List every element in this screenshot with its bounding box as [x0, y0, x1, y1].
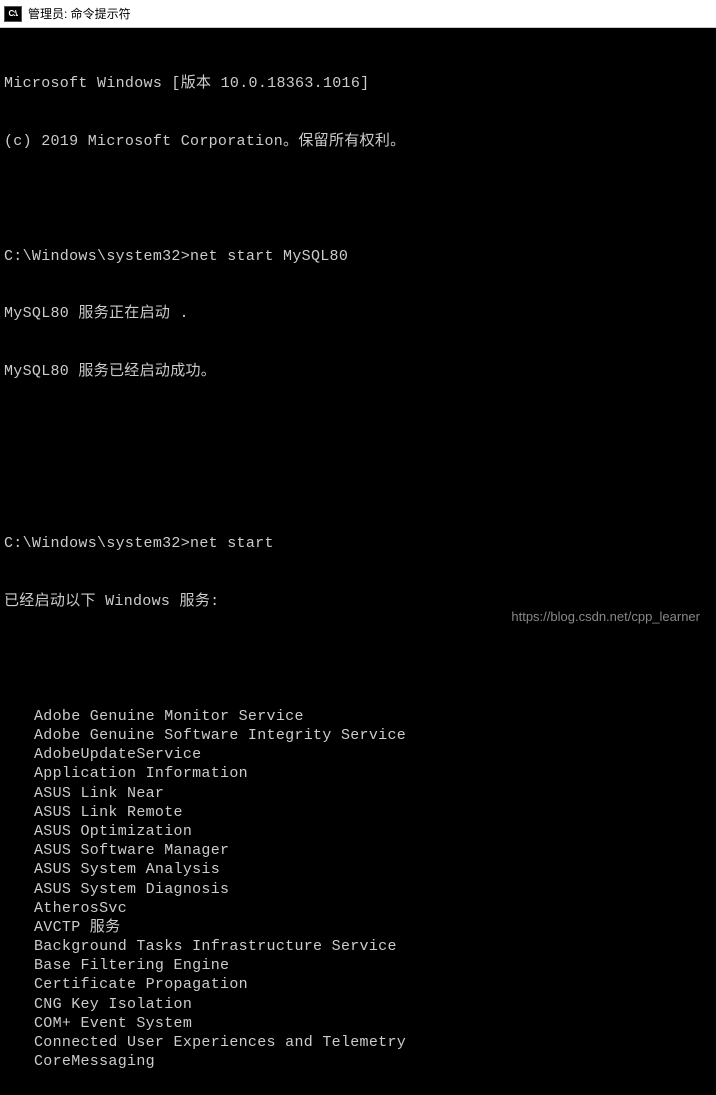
prompt-path: C:\Windows\system32> — [4, 248, 190, 265]
service-item: Background Tasks Infrastructure Service — [4, 937, 712, 956]
service-item: AtherosSvc — [4, 899, 712, 918]
prompt-command: net start MySQL80 — [190, 248, 348, 265]
window-title: 管理员: 命令提示符 — [28, 5, 131, 22]
service-item: CoreMessaging — [4, 1052, 712, 1071]
service-item: ASUS System Analysis — [4, 860, 712, 879]
services-list: Adobe Genuine Monitor ServiceAdobe Genui… — [4, 707, 712, 1072]
prompt-path: C:\Windows\system32> — [4, 535, 190, 552]
blank-line — [4, 649, 712, 668]
service-item: AVCTP 服务 — [4, 918, 712, 937]
mysql-success-line: MySQL80 服务已经启动成功。 — [4, 362, 712, 381]
prompt-line-1: C:\Windows\system32>net start MySQL80 — [4, 247, 712, 266]
mysql-starting-line: MySQL80 服务正在启动 . — [4, 304, 712, 323]
service-item: Adobe Genuine Monitor Service — [4, 707, 712, 726]
window-title-bar[interactable]: C:\. 管理员: 命令提示符 — [0, 0, 716, 28]
service-item: Connected User Experiences and Telemetry — [4, 1033, 712, 1052]
service-item: ASUS Software Manager — [4, 841, 712, 860]
service-item: COM+ Event System — [4, 1014, 712, 1033]
blank-line — [4, 190, 712, 209]
service-item: Adobe Genuine Software Integrity Service — [4, 726, 712, 745]
service-item: CNG Key Isolation — [4, 995, 712, 1014]
service-item: Base Filtering Engine — [4, 956, 712, 975]
blank-line — [4, 477, 712, 496]
service-item: AdobeUpdateService — [4, 745, 712, 764]
cmd-icon: C:\. — [4, 6, 22, 22]
cmd-icon-text: C:\. — [9, 9, 18, 18]
service-item: Application Information — [4, 764, 712, 783]
version-line: Microsoft Windows [版本 10.0.18363.1016] — [4, 74, 712, 93]
watermark-text: https://blog.csdn.net/cpp_learner — [511, 609, 700, 624]
service-item: ASUS Link Remote — [4, 803, 712, 822]
blank-line — [4, 420, 712, 439]
service-item: ASUS Link Near — [4, 784, 712, 803]
prompt-command: net start — [190, 535, 274, 552]
prompt-line-2: C:\Windows\system32>net start — [4, 534, 712, 553]
service-item: Certificate Propagation — [4, 975, 712, 994]
service-item: ASUS System Diagnosis — [4, 880, 712, 899]
service-item: ASUS Optimization — [4, 822, 712, 841]
terminal-output[interactable]: Microsoft Windows [版本 10.0.18363.1016] (… — [0, 28, 716, 1095]
copyright-line: (c) 2019 Microsoft Corporation。保留所有权利。 — [4, 132, 712, 151]
